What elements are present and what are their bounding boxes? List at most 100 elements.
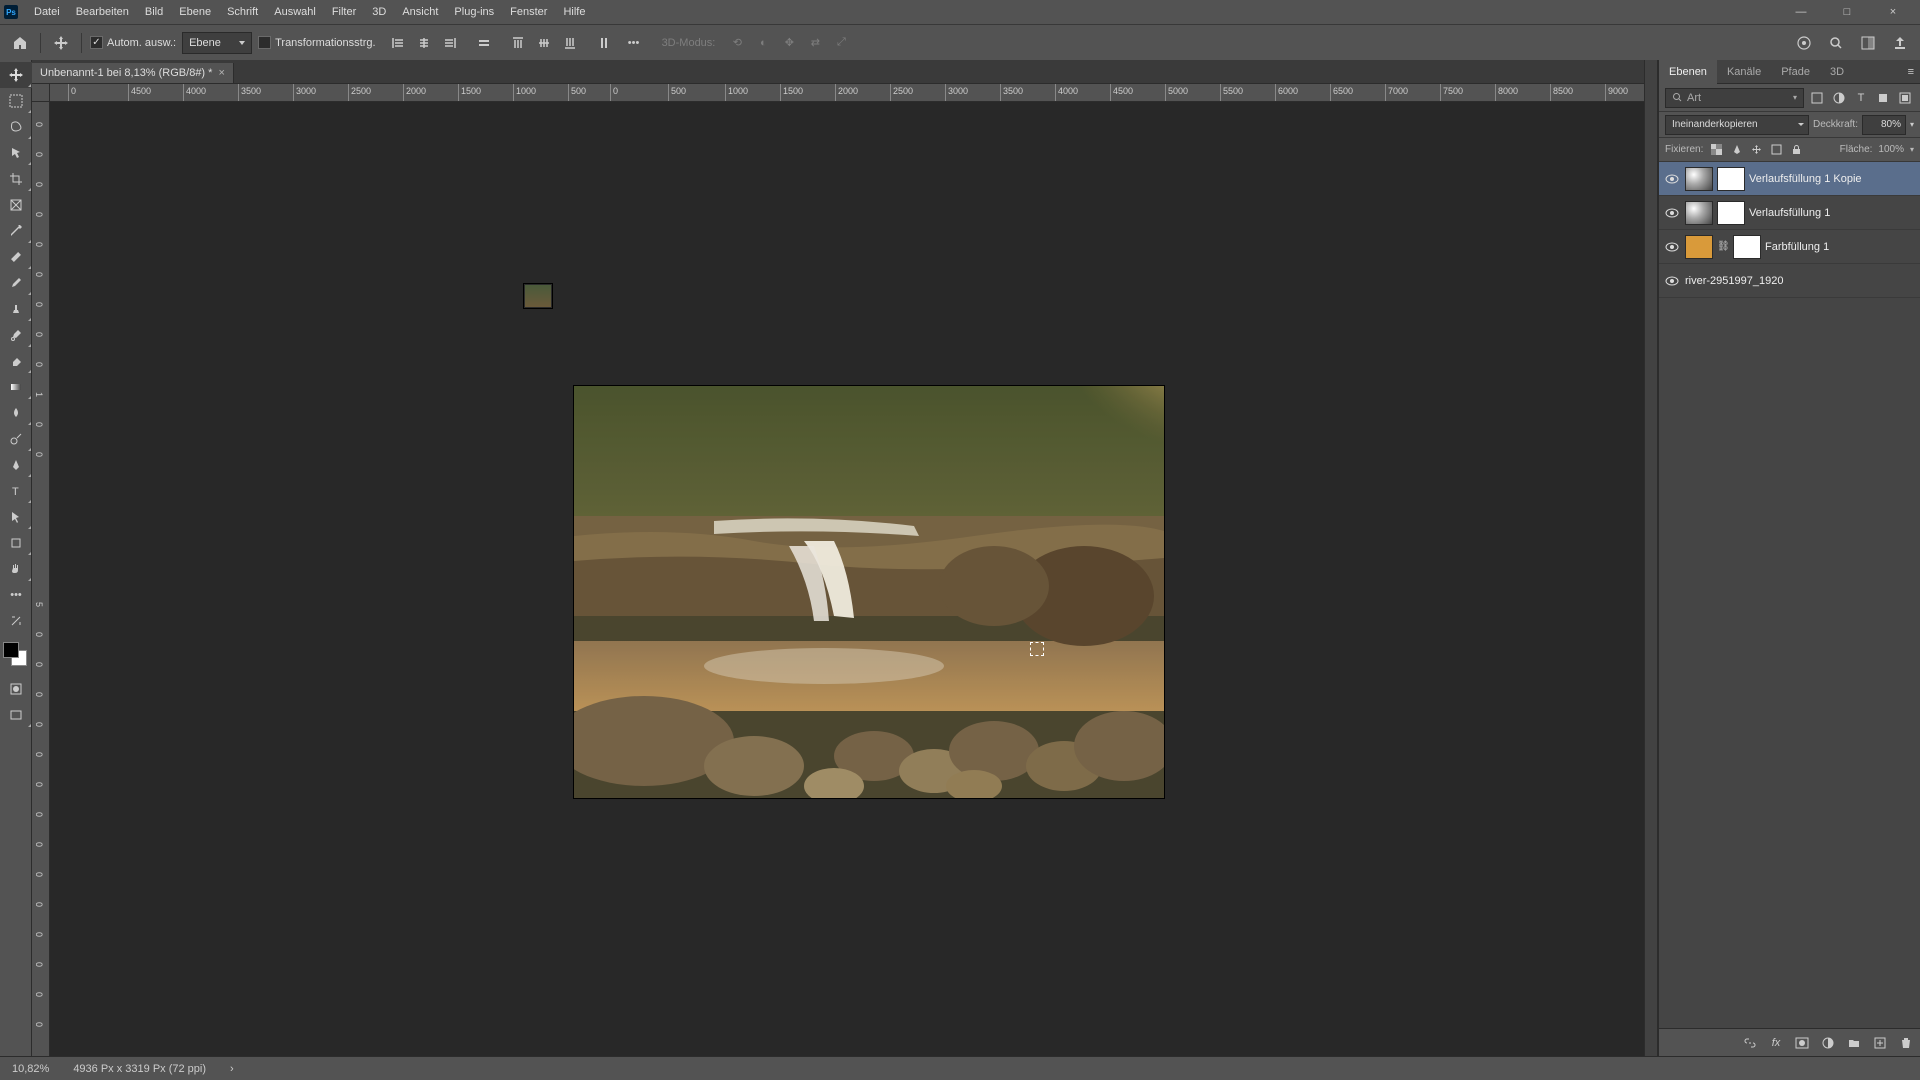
menu-3d[interactable]: 3D xyxy=(364,0,394,24)
blur-tool[interactable] xyxy=(0,400,32,426)
panel-tab-pfade[interactable]: Pfade xyxy=(1771,60,1820,84)
workspace-button[interactable] xyxy=(1856,31,1880,55)
shape-tool[interactable] xyxy=(0,530,32,556)
cloud-docs-button[interactable] xyxy=(1792,31,1816,55)
ruler-vertical[interactable]: 000000000100500000000000000 xyxy=(32,102,50,1056)
ruler-horizontal[interactable]: 0450040003500300025002000150010005000500… xyxy=(50,84,1644,102)
screenmode-button[interactable] xyxy=(0,702,32,728)
lock-artboard-button[interactable] xyxy=(1769,143,1783,157)
edit-toolbar-button[interactable] xyxy=(0,608,32,634)
menu-fenster[interactable]: Fenster xyxy=(502,0,555,24)
menu-bild[interactable]: Bild xyxy=(137,0,171,24)
layer-visibility-toggle[interactable] xyxy=(1663,204,1681,222)
layer-row[interactable]: river-2951997_1920 xyxy=(1659,264,1920,298)
menu-plugins[interactable]: Plug-ins xyxy=(446,0,502,24)
blend-mode-dropdown[interactable]: Ineinanderkopieren xyxy=(1665,115,1809,135)
layer-name[interactable]: Farbfüllung 1 xyxy=(1765,241,1916,253)
panel-menu-button[interactable]: ≡ xyxy=(1902,66,1920,78)
auto-select-dropdown[interactable]: Ebene xyxy=(182,32,252,54)
path-select-tool[interactable] xyxy=(0,504,32,530)
marquee-tool[interactable] xyxy=(0,88,32,114)
layer-name[interactable]: river-2951997_1920 xyxy=(1685,275,1916,287)
layer-filter-search[interactable]: Art ▾ xyxy=(1665,88,1804,108)
layer-visibility-toggle[interactable] xyxy=(1663,238,1681,256)
opacity-stepper[interactable]: ▾ xyxy=(1910,120,1914,129)
document-tab[interactable]: Unbenannt-1 bei 8,13% (RGB/8#) * × xyxy=(32,63,234,83)
align-bottom-button[interactable] xyxy=(558,31,582,55)
frame-tool[interactable] xyxy=(0,192,32,218)
layer-thumbnail[interactable] xyxy=(1685,201,1713,225)
document-image[interactable] xyxy=(574,386,1164,798)
filter-shape-button[interactable] xyxy=(1874,89,1892,107)
layer-visibility-toggle[interactable] xyxy=(1663,170,1681,188)
type-tool[interactable]: T xyxy=(0,478,32,504)
quick-select-tool[interactable] xyxy=(0,140,32,166)
status-doc-info[interactable]: 4936 Px x 3319 Px (72 ppi) xyxy=(73,1063,206,1075)
menu-schrift[interactable]: Schrift xyxy=(219,0,266,24)
status-zoom[interactable]: 10,82% xyxy=(12,1063,49,1075)
dodge-tool[interactable] xyxy=(0,426,32,452)
panel-tab-kanaele[interactable]: Kanäle xyxy=(1717,60,1771,84)
menu-ebene[interactable]: Ebene xyxy=(171,0,219,24)
healing-tool[interactable] xyxy=(0,244,32,270)
lock-transparency-button[interactable] xyxy=(1709,143,1723,157)
status-info-arrow[interactable]: › xyxy=(230,1063,234,1075)
layer-mask-thumbnail[interactable] xyxy=(1717,167,1745,191)
new-layer-button[interactable] xyxy=(1872,1035,1888,1051)
layer-row[interactable]: Verlaufsfüllung 1 Kopie xyxy=(1659,162,1920,196)
foreground-color[interactable] xyxy=(3,642,19,658)
menu-filter[interactable]: Filter xyxy=(324,0,364,24)
layer-row[interactable]: ⛓ Farbfüllung 1 xyxy=(1659,230,1920,264)
layer-link-icon[interactable]: ⛓ xyxy=(1717,241,1729,252)
layer-group-button[interactable] xyxy=(1846,1035,1862,1051)
ellipsis-tool[interactable]: ••• xyxy=(0,582,32,608)
filter-pixel-button[interactable] xyxy=(1808,89,1826,107)
filter-adjustment-button[interactable] xyxy=(1830,89,1848,107)
gradient-tool[interactable] xyxy=(0,374,32,400)
layer-mask-thumbnail[interactable] xyxy=(1717,201,1745,225)
align-center-h-button[interactable] xyxy=(412,31,436,55)
panel-tab-ebenen[interactable]: Ebenen xyxy=(1659,60,1717,84)
align-top-button[interactable] xyxy=(506,31,530,55)
panel-tab-3d[interactable]: 3D xyxy=(1820,60,1854,84)
window-close-button[interactable]: × xyxy=(1870,0,1916,24)
layer-thumbnail[interactable] xyxy=(1685,167,1713,191)
filter-type-button[interactable]: T xyxy=(1852,89,1870,107)
lock-pixels-button[interactable] xyxy=(1729,143,1743,157)
align-right-button[interactable] xyxy=(438,31,462,55)
more-align-button[interactable]: ••• xyxy=(622,31,646,55)
window-minimize-button[interactable]: — xyxy=(1778,0,1824,24)
distribute-v-button[interactable] xyxy=(592,31,616,55)
eyedropper-tool[interactable] xyxy=(0,218,32,244)
menu-ansicht[interactable]: Ansicht xyxy=(394,0,446,24)
ruler-origin[interactable] xyxy=(32,84,50,102)
home-button[interactable] xyxy=(8,31,32,55)
layer-thumbnail[interactable] xyxy=(1685,235,1713,259)
collapsed-panel-dock[interactable] xyxy=(1644,60,1658,1056)
hand-tool[interactable] xyxy=(0,556,32,582)
canvas-area[interactable] xyxy=(50,102,1644,1056)
layer-row[interactable]: Verlaufsfüllung 1 xyxy=(1659,196,1920,230)
fill-input[interactable]: 100% xyxy=(1878,144,1904,155)
brush-tool[interactable] xyxy=(0,270,32,296)
pen-tool[interactable] xyxy=(0,452,32,478)
opacity-input[interactable]: 80% xyxy=(1862,115,1906,135)
layer-name[interactable]: Verlaufsfüllung 1 Kopie xyxy=(1749,173,1916,185)
distribute-button[interactable] xyxy=(472,31,496,55)
document-tab-close[interactable]: × xyxy=(218,67,224,79)
align-middle-button[interactable] xyxy=(532,31,556,55)
search-button[interactable] xyxy=(1824,31,1848,55)
delete-layer-button[interactable] xyxy=(1898,1035,1914,1051)
crop-tool[interactable] xyxy=(0,166,32,192)
layer-mask-thumbnail[interactable] xyxy=(1733,235,1761,259)
lock-all-button[interactable] xyxy=(1789,143,1803,157)
link-layers-button[interactable] xyxy=(1742,1035,1758,1051)
fill-stepper[interactable]: ▾ xyxy=(1910,145,1914,154)
eraser-tool[interactable] xyxy=(0,348,32,374)
auto-select-checkbox[interactable]: Autom. ausw.: xyxy=(90,36,176,49)
color-swatches[interactable] xyxy=(0,640,32,672)
menu-auswahl[interactable]: Auswahl xyxy=(266,0,324,24)
layer-mask-button[interactable] xyxy=(1794,1035,1810,1051)
window-maximize-button[interactable]: □ xyxy=(1824,0,1870,24)
menu-hilfe[interactable]: Hilfe xyxy=(555,0,593,24)
